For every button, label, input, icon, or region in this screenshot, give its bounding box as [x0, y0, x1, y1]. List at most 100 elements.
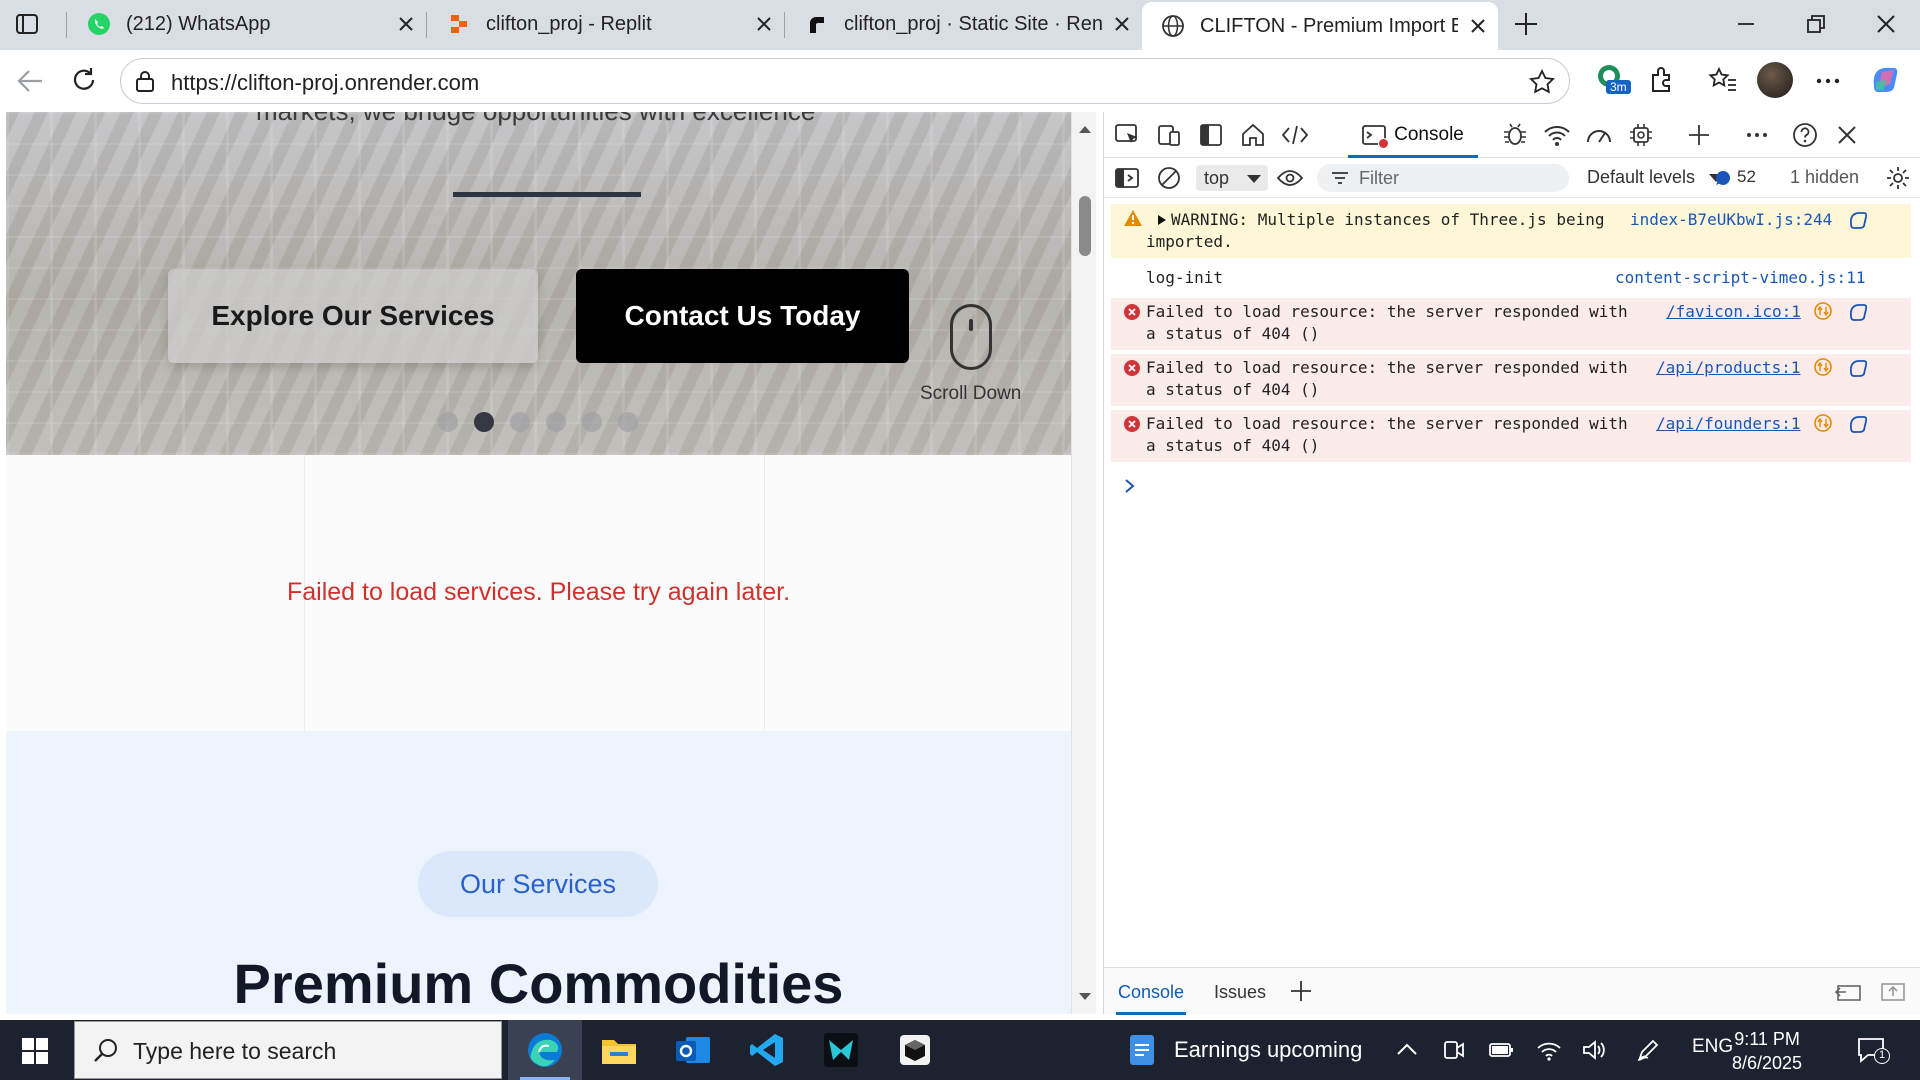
taskbar-outlook[interactable] [656, 1020, 730, 1080]
console-filter-input[interactable]: Filter [1317, 164, 1569, 192]
message-source-link[interactable]: index-B7eUKbwI.js:244 [1630, 209, 1832, 231]
carousel-dot-active[interactable] [474, 412, 494, 432]
console-message-error[interactable]: Failed to load resource: the server resp… [1111, 298, 1911, 350]
news-widget[interactable]: Earnings upcoming [1128, 1033, 1362, 1067]
carousel-dot[interactable] [546, 412, 566, 432]
scroll-down-label[interactable]: Scroll Down [920, 383, 1021, 405]
memory-chip-icon[interactable] [1626, 121, 1656, 149]
url-text[interactable]: https://clifton-proj.onrender.com [171, 70, 479, 96]
console-message-warning[interactable]: WARNING: Multiple instances of Three.js … [1111, 204, 1911, 258]
news-text: Earnings upcoming [1174, 1037, 1363, 1062]
taskbar-edge[interactable] [508, 1020, 582, 1080]
page-scrollbar[interactable] [1071, 112, 1096, 1014]
system-clock[interactable]: 9:11 PM 8/6/2025 [1732, 1027, 1802, 1075]
console-prompt[interactable] [1124, 472, 1904, 500]
inspect-element-icon[interactable] [1112, 121, 1142, 149]
profile-avatar[interactable] [1757, 62, 1793, 98]
close-tab-icon[interactable] [744, 17, 784, 31]
taskbar-box-app[interactable] [878, 1020, 952, 1080]
tab-console[interactable]: Console [1348, 112, 1478, 158]
tab-replit[interactable]: clifton_proj - Replit [428, 0, 784, 48]
extensions-puzzle-icon[interactable] [1648, 66, 1676, 94]
context-selector[interactable]: top [1196, 165, 1268, 191]
close-tab-icon[interactable] [386, 17, 426, 31]
contact-us-button[interactable]: Contact Us Today [576, 269, 909, 363]
copilot-icon[interactable] [1868, 62, 1902, 96]
close-window-icon[interactable] [1876, 14, 1896, 34]
error-indicator [1378, 138, 1390, 149]
scrollbar-thumb[interactable] [1079, 196, 1091, 256]
tab-actions-icon[interactable] [14, 11, 42, 37]
message-source-link[interactable]: /favicon.ico:1 [1666, 301, 1801, 323]
add-drawer-tab-icon[interactable] [1290, 980, 1312, 1002]
console-message-error[interactable]: Failed to load resource: the server resp… [1111, 354, 1911, 406]
dock-side-icon[interactable] [1196, 121, 1226, 149]
network-wifi-icon[interactable] [1542, 121, 1572, 149]
start-windows-icon[interactable] [22, 1038, 48, 1064]
refresh-icon[interactable] [70, 66, 98, 94]
extension-timer-icon[interactable]: 3m [1594, 62, 1631, 96]
meet-now-icon[interactable] [1442, 1038, 1466, 1062]
clear-console-icon[interactable] [1156, 165, 1182, 191]
elements-icon[interactable] [1280, 121, 1310, 149]
tab-title: (212) WhatsApp [126, 12, 271, 35]
drawer-tab-console[interactable]: Console [1115, 982, 1187, 1015]
console-sidebar-icon[interactable] [1114, 166, 1140, 190]
pen-input-icon[interactable] [1636, 1038, 1660, 1062]
add-tool-icon[interactable] [1684, 121, 1714, 149]
taskbar-vscode[interactable] [730, 1020, 804, 1080]
carousel-dot[interactable] [618, 412, 638, 432]
console-message-error[interactable]: Failed to load resource: the server resp… [1111, 410, 1911, 462]
new-tab-icon[interactable] [1514, 12, 1538, 36]
tab-clifton[interactable]: CLIFTON - Premium Import Expor [1142, 2, 1498, 50]
more-options-icon[interactable] [1816, 78, 1840, 84]
close-tab-icon[interactable] [1102, 17, 1142, 31]
message-source-link[interactable]: content-script-vimeo.js:11 [1615, 267, 1865, 289]
web-page-viewport[interactable]: markets, we bridge opportunities with ex… [0, 112, 1096, 1014]
message-count[interactable]: 52 [1715, 167, 1756, 187]
more-tools-icon[interactable] [1742, 121, 1772, 149]
taskbar-cursor-app[interactable] [804, 1020, 878, 1080]
log-levels-dropdown[interactable]: Default levels [1587, 167, 1724, 188]
tab-whatsapp[interactable]: (212) WhatsApp [68, 0, 426, 48]
carousel-dot[interactable] [582, 412, 602, 432]
taskbar-file-explorer[interactable] [582, 1020, 656, 1080]
sources-bug-icon[interactable] [1500, 121, 1530, 149]
welcome-home-icon[interactable] [1238, 121, 1268, 149]
close-tab-icon[interactable] [1458, 19, 1498, 33]
favorites-icon[interactable] [1708, 66, 1738, 94]
drawer-tab-issues[interactable]: Issues [1214, 982, 1266, 1003]
wifi-icon[interactable] [1536, 1038, 1562, 1062]
console-message-log[interactable]: log-init content-script-vimeo.js:11 [1111, 264, 1911, 292]
tab-bar: (212) WhatsApp clifton_proj - Replit cli… [0, 0, 1920, 50]
show-hidden-icons-chevron-icon[interactable] [1396, 1042, 1418, 1056]
tab-render[interactable]: clifton_proj · Static Site · Render [786, 0, 1142, 48]
hidden-count[interactable]: 1 hidden [1790, 167, 1859, 188]
volume-icon[interactable] [1582, 1038, 1608, 1062]
live-expression-eye-icon[interactable] [1276, 168, 1304, 188]
carousel-dot[interactable] [438, 412, 458, 432]
network-request-icon [1814, 302, 1832, 320]
address-bar[interactable]: https://clifton-proj.onrender.com [120, 58, 1570, 104]
help-icon[interactable] [1790, 121, 1820, 149]
notification-center-icon[interactable]: 1 [1856, 1036, 1890, 1066]
performance-gauge-icon[interactable] [1584, 121, 1614, 149]
message-source-link[interactable]: /api/products:1 [1656, 357, 1801, 379]
battery-icon[interactable] [1488, 1040, 1516, 1060]
dock-drawer-icon[interactable] [1834, 982, 1862, 1002]
lock-icon[interactable] [135, 70, 155, 92]
device-emulation-icon[interactable] [1154, 121, 1184, 149]
favorite-star-icon[interactable] [1529, 69, 1555, 95]
carousel-dot[interactable] [510, 412, 530, 432]
taskbar-search[interactable]: Type here to search [74, 1021, 502, 1079]
message-source-link[interactable]: /api/founders:1 [1656, 413, 1801, 435]
language-indicator[interactable]: ENG [1692, 1036, 1733, 1058]
restore-icon[interactable] [1806, 14, 1826, 34]
expand-drawer-icon[interactable] [1880, 982, 1906, 1002]
close-devtools-icon[interactable] [1832, 121, 1862, 149]
console-settings-gear-icon[interactable] [1885, 165, 1911, 191]
back-icon[interactable] [16, 68, 44, 94]
minimize-icon[interactable] [1736, 14, 1756, 34]
mouse-scroll-icon[interactable] [950, 304, 992, 370]
explore-services-button[interactable]: Explore Our Services [168, 269, 538, 363]
